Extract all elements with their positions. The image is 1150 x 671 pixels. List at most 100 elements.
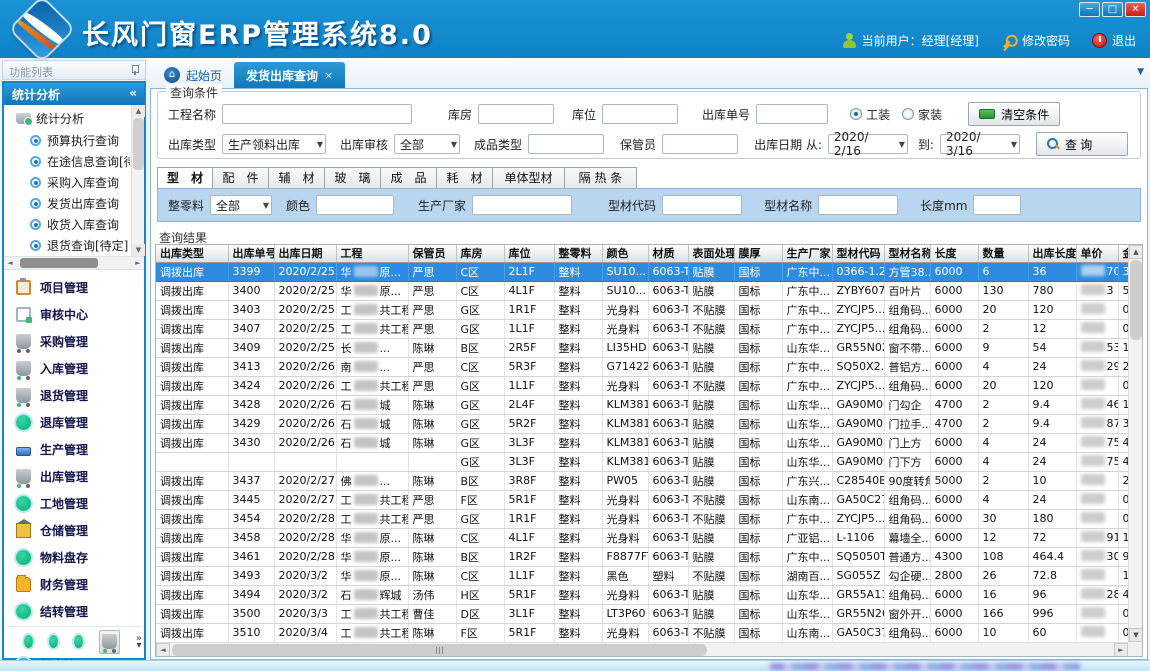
table-row[interactable]: G区3L3F整料KLM38176063-T5贴膜国标山东华...GA90M09.…	[156, 452, 1128, 471]
sidebar-item-finance[interactable]: 财务管理	[4, 571, 144, 598]
tree-item[interactable]: 收货入库查询	[6, 214, 130, 235]
scroll-down-icon[interactable]: ▼	[1129, 628, 1143, 642]
sidebar-item-warehouse[interactable]: 仓储管理	[4, 517, 144, 544]
sidebar-item-project[interactable]: 项目管理	[4, 274, 144, 301]
scrollbar-thumb[interactable]	[172, 644, 707, 656]
column-header[interactable]: 膜厚	[734, 245, 782, 262]
table-row[interactable]: 调拨出库34452020/2/27工共工程严思F区5R1F整料光身料6063-T…	[156, 490, 1128, 509]
column-header[interactable]: 整零料	[554, 245, 602, 262]
table-row[interactable]: 调拨出库34942020/3/2石辉城汤伟H区5R1F整料光身料6063-T5贴…	[156, 585, 1128, 604]
sidebar-item-purchase[interactable]: 采购管理	[4, 328, 144, 355]
tab-overflow-icon[interactable]: ▼	[1137, 67, 1144, 77]
close-button[interactable]: ✕	[1125, 2, 1146, 17]
whole-part-select[interactable]: 全部▼	[210, 195, 272, 215]
column-header[interactable]: 数量	[978, 245, 1028, 262]
column-header[interactable]: 单价	[1076, 245, 1118, 262]
column-header[interactable]: 金	[1118, 245, 1128, 262]
table-row[interactable]: 调拨出库34542020/2/28工共工程严思G区1R1F整料光身料6063-T…	[156, 509, 1128, 528]
manufacturer-input[interactable]	[472, 195, 572, 215]
material-tab-4[interactable]: 成 品	[381, 167, 437, 189]
material-tab-3[interactable]: 玻 璃	[325, 167, 381, 189]
out-type-select[interactable]: 生产领料出库▼	[222, 134, 326, 154]
product-type-input[interactable]	[528, 134, 604, 154]
material-tab-7[interactable]: 隔 热 条	[565, 167, 637, 189]
scroll-up-icon[interactable]: ▲	[132, 105, 145, 117]
table-vertical-scrollbar[interactable]: ▲ ▼	[1128, 245, 1142, 642]
change-password-button[interactable]: 修改密码	[1001, 32, 1070, 49]
column-header[interactable]: 工程	[336, 245, 408, 262]
sidebar-item-outstock[interactable]: 出库管理	[4, 463, 144, 490]
column-header[interactable]: 表面处理	[688, 245, 734, 262]
column-header[interactable]: 出库类型	[156, 245, 228, 262]
table-row[interactable]: 调拨出库34292020/2/26石城陈琳G区5R2F整料KLM38176063…	[156, 414, 1128, 433]
tree-item[interactable]: 在途信息查询[待	[6, 151, 130, 172]
more-chevron-icon[interactable]: »▾	[136, 635, 142, 649]
sidebar-section-header[interactable]: 统计分析 «	[4, 83, 144, 105]
sidebar-item-audit[interactable]: 审核中心	[4, 301, 144, 328]
column-header[interactable]: 型材代码	[832, 245, 884, 262]
sidebar-item-carryover[interactable]: 结转管理	[4, 598, 144, 625]
scrollbar-thumb[interactable]	[1130, 260, 1142, 340]
tree-root[interactable]: 统计分析	[6, 107, 130, 130]
table-row[interactable]: 调拨出库34132020/2/26南...严思C区5R3F整料G71422606…	[156, 357, 1128, 376]
column-header[interactable]: 出库日期	[274, 245, 336, 262]
column-header[interactable]: 长度	[930, 245, 978, 262]
column-header[interactable]: 生产厂家	[782, 245, 832, 262]
location-input[interactable]	[602, 104, 678, 124]
tree-item[interactable]: 预算执行查询	[6, 130, 130, 151]
table-row[interactable]: 调拨出库34372020/2/27佛...陈琳B区3R8F整料PW056063-…	[156, 471, 1128, 490]
tree-vertical-scrollbar[interactable]: ▲ ▼	[131, 105, 144, 256]
maximize-button[interactable]: □	[1102, 2, 1123, 17]
table-row[interactable]: 调拨出库34612020/2/28华原...陈琳B区1R2F整料F8877FT6…	[156, 547, 1128, 566]
scrollbar-thumb[interactable]	[133, 118, 144, 170]
table-row[interactable]: 调拨出库34302020/2/26石城陈琳G区3L3F整料KLM38176063…	[156, 433, 1128, 452]
table-row[interactable]: 调拨出库34242020/2/26工共工程严思G区1L1F整料光身料6063-T…	[156, 376, 1128, 395]
radio-gongzhuang[interactable]: 工装	[850, 106, 890, 123]
table-row[interactable]: 调拨出库33992020/2/25华原...严思C区2L1F整料SU10...6…	[156, 262, 1128, 281]
order-no-input[interactable]	[756, 104, 828, 124]
scroll-right-icon[interactable]: ►	[132, 257, 144, 270]
table-row[interactable]: 调拨出库34932020/3/2华原...陈琳C区1L1F整料黑色塑料不贴膜国标…	[156, 566, 1128, 585]
column-header[interactable]: 颜色	[602, 245, 648, 262]
tree-item[interactable]: 退货查询[待定]	[6, 235, 130, 256]
date-from-select[interactable]: 2020/ 2/16▼	[828, 134, 908, 154]
column-header[interactable]: 出库单号	[228, 245, 274, 262]
tree-horizontal-scrollbar[interactable]: ◄ ►	[4, 257, 144, 270]
sidebar-item-production[interactable]: 生产管理	[4, 436, 144, 463]
column-header[interactable]: 库位	[504, 245, 554, 262]
length-input[interactable]	[973, 195, 1021, 215]
collapse-icon[interactable]: «	[129, 86, 137, 100]
column-header[interactable]: 库房	[456, 245, 504, 262]
profile-name-input[interactable]	[818, 195, 898, 215]
material-tab-1[interactable]: 配 件	[213, 167, 269, 189]
minimize-button[interactable]: ─	[1079, 2, 1100, 17]
tree-item[interactable]: 采购入库查询	[6, 172, 130, 193]
pin-icon[interactable]	[130, 65, 139, 74]
scroll-left-icon[interactable]: ◄	[4, 257, 16, 270]
sidebar-item-returns[interactable]: 退货管理	[4, 382, 144, 409]
table-row[interactable]: 调拨出库34002020/2/25华原...严思C区4L1F整料SU10...6…	[156, 281, 1128, 300]
table-row[interactable]: 调拨出库35002020/3/3工共工程曹佳D区3L1F整料LT3P606063…	[156, 604, 1128, 623]
column-header[interactable]: 出库长度	[1028, 245, 1076, 262]
date-to-select[interactable]: 2020/ 3/16▼	[940, 134, 1020, 154]
column-header[interactable]: 保管员	[408, 245, 456, 262]
clear-conditions-button[interactable]: 清空条件	[968, 102, 1060, 126]
material-tab-2[interactable]: 辅 材	[269, 167, 325, 189]
scroll-right-icon[interactable]: ►	[1114, 643, 1128, 657]
close-tab-icon[interactable]: ×	[324, 69, 333, 82]
table-row[interactable]: 调拨出库34032020/2/25工共工程严思G区1R1F整料光身料6063-T…	[156, 300, 1128, 319]
sidebar-item-storeback[interactable]: 退库管理	[4, 409, 144, 436]
material-tab-6[interactable]: 单体型材	[493, 167, 565, 189]
quick-dot-icon[interactable]	[74, 635, 83, 648]
table-row[interactable]: 调拨出库35102020/3/4工共工程陈琳F区5R1F整料光身料6063-T5…	[156, 623, 1128, 642]
radio-jiazhuang[interactable]: 家装	[902, 106, 942, 123]
material-tab-5[interactable]: 耗 材	[437, 167, 493, 189]
sidebar-item-site[interactable]: 工地管理	[4, 490, 144, 517]
scrollbar-thumb[interactable]	[20, 258, 98, 268]
column-header[interactable]: 型材名称	[884, 245, 930, 262]
scroll-up-icon[interactable]: ▲	[1129, 245, 1143, 259]
quick-dot-icon[interactable]	[49, 635, 58, 648]
table-row[interactable]: 调拨出库34282020/2/26石城陈琳G区2L4F整料KLM38176063…	[156, 395, 1128, 414]
logout-button[interactable]: 退出	[1092, 32, 1136, 49]
sidebar-item-inventory[interactable]: 物料盘存	[4, 544, 144, 571]
